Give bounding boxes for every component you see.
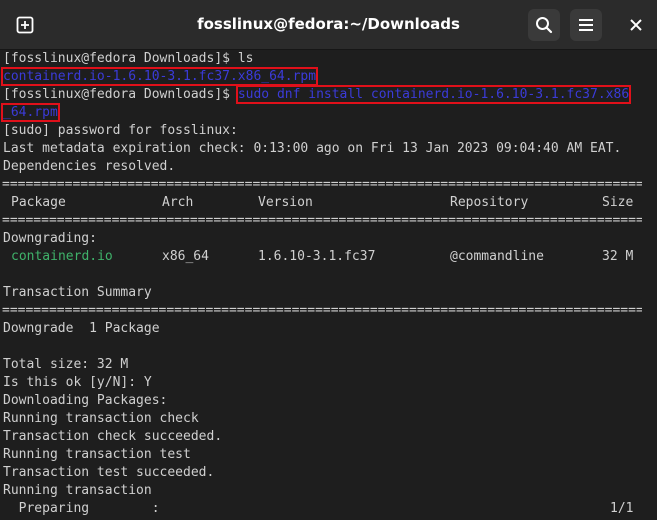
separator-rule: ========================================… [2, 303, 642, 318]
terminal-line-ls-output: containerd.io-1.6.10-3.1.fc37.x86_64.rpm [0, 67, 319, 86]
sudo-password-prompt: [sudo] password for fosslinux: [3, 123, 238, 138]
highlighted-install-command-wrap: _64.rpm [1, 103, 60, 122]
row-arch: x86_64 [162, 249, 209, 264]
step-line: Transaction test succeeded. [3, 465, 215, 480]
search-icon [536, 17, 553, 34]
close-button[interactable] [620, 9, 652, 41]
header-repository: Repository [450, 195, 529, 210]
command-ls: ls [237, 51, 254, 66]
summary-line: Downgrade 1 Package [3, 321, 160, 336]
close-icon [630, 19, 642, 31]
header-size: Size [602, 195, 634, 210]
row-size: 32 M [602, 249, 634, 264]
confirm-prompt: Is this ok [y/N]: Y [3, 375, 152, 390]
shell-prompt: [fosslinux@fedora Downloads]$ [3, 51, 238, 66]
total-size: Total size: 32 M [3, 357, 129, 372]
header-arch: Arch [162, 195, 194, 210]
new-tab-button[interactable] [9, 9, 41, 41]
menu-button[interactable] [570, 9, 602, 41]
separator-rule: ========================================… [2, 213, 642, 228]
hamburger-menu-icon [579, 19, 593, 31]
terminal-output[interactable]: [fosslinux@fedora Downloads]$ ls contain… [0, 50, 657, 520]
new-tab-icon [16, 16, 34, 34]
step-line: Running transaction [3, 483, 152, 498]
row-package: containerd.io [11, 249, 113, 264]
summary-title: Transaction Summary [3, 285, 152, 300]
terminal-line-install: [fosslinux@fedora Downloads]$ sudo dnf i… [3, 85, 632, 104]
dependencies-line: Dependencies resolved. [3, 159, 176, 174]
highlighted-rpm-file: containerd.io-1.6.10-3.1.fc37.x86_64.rpm [0, 67, 319, 86]
step-line: Transaction check succeeded. [3, 429, 223, 444]
header-version: Version [258, 195, 313, 210]
row-repository: @commandline [450, 249, 544, 264]
title-bar: fosslinux@fedora:~/Downloads [0, 0, 657, 50]
preparing-progress: 1/1 [610, 501, 634, 516]
header-package: Package [11, 195, 66, 210]
separator-rule: ========================================… [2, 177, 642, 192]
highlighted-install-command: sudo dnf install containerd.io-1.6.10-3.… [235, 85, 632, 104]
terminal-window: fosslinux@fedora:~/Downloads [fosslinux@… [0, 0, 657, 520]
terminal-line-install-wrap: _64.rpm [1, 103, 60, 122]
step-line: Running transaction test [3, 447, 191, 462]
downloading-line: Downloading Packages: [3, 393, 168, 408]
downgrading-label: Downgrading: [3, 231, 97, 246]
step-line: Running transaction check [3, 411, 199, 426]
search-button[interactable] [528, 9, 560, 41]
terminal-line-ls: [fosslinux@fedora Downloads]$ ls [3, 50, 253, 68]
shell-prompt: [fosslinux@fedora Downloads]$ [3, 87, 238, 102]
row-version: 1.6.10-3.1.fc37 [258, 249, 376, 264]
preparing-label: Preparing : [3, 501, 160, 516]
metadata-line: Last metadata expiration check: 0:13:00 … [3, 141, 622, 156]
